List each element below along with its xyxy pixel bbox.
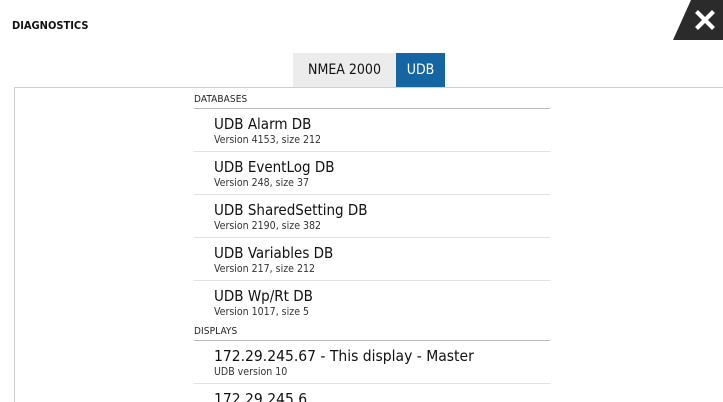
list-item-database[interactable]: UDB Alarm DB Version 4153, size 212 [194, 109, 550, 152]
database-name: UDB Wp/Rt DB [214, 287, 313, 305]
close-button[interactable] [673, 0, 723, 40]
tab-bar: NMEA 2000 UDB [293, 53, 445, 87]
list-item-display[interactable]: 172.29.245.6 [194, 384, 550, 402]
list-item-database[interactable]: UDB EventLog DB Version 248, size 37 [194, 152, 550, 195]
database-version: Version 1017, size 5 [214, 306, 310, 318]
tab-udb[interactable]: UDB [396, 53, 445, 87]
diagnostics-dialog: DIAGNOSTICS NMEA 2000 UDB DATABASES UDB … [0, 0, 723, 402]
displays-section-header: DISPLAYS [194, 324, 550, 341]
database-version: Version 2190, size 382 [214, 220, 322, 232]
database-name: UDB SharedSetting DB [214, 201, 368, 219]
list-item-database[interactable]: UDB SharedSetting DB Version 2190, size … [194, 195, 550, 238]
database-name: UDB Variables DB [214, 244, 334, 262]
tab-nmea-2000[interactable]: NMEA 2000 [293, 53, 396, 87]
dialog-title: DIAGNOSTICS [12, 19, 89, 32]
list-item-database[interactable]: UDB Variables DB Version 217, size 212 [194, 238, 550, 281]
database-version: Version 248, size 37 [214, 177, 310, 189]
display-name: 172.29.245.67 - This display - Master [214, 347, 474, 365]
database-version: Version 4153, size 212 [214, 134, 322, 146]
udb-list: DATABASES UDB Alarm DB Version 4153, siz… [194, 92, 550, 402]
database-name: UDB EventLog DB [214, 158, 335, 176]
list-item-display[interactable]: 172.29.245.67 - This display - Master UD… [194, 341, 550, 384]
databases-section-header: DATABASES [194, 92, 550, 109]
display-udb-version: UDB version 10 [214, 366, 288, 378]
database-name: UDB Alarm DB [214, 115, 312, 133]
list-item-database[interactable]: UDB Wp/Rt DB Version 1017, size 5 [194, 281, 550, 324]
close-icon [695, 10, 715, 30]
database-version: Version 217, size 212 [214, 263, 316, 275]
title-bar: DIAGNOSTICS [0, 0, 723, 44]
display-name: 172.29.245.6 [214, 390, 308, 402]
